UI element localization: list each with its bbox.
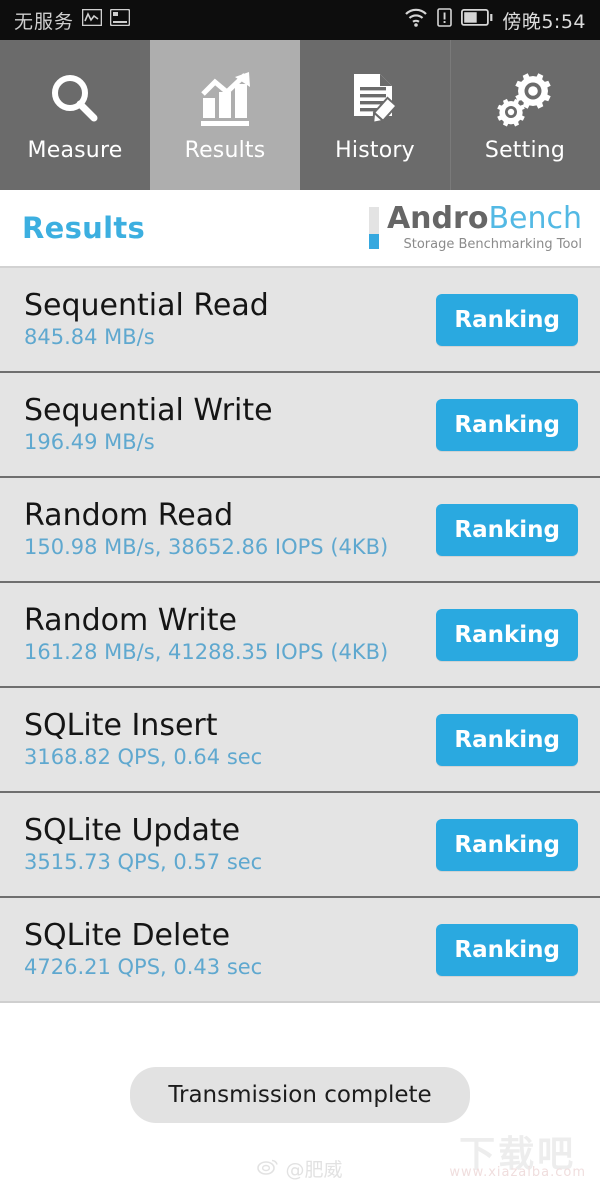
table-row[interactable]: SQLite Update 3515.73 QPS, 0.57 sec Rank…: [0, 793, 600, 898]
tab-results[interactable]: Results: [150, 40, 300, 190]
ranking-button[interactable]: Ranking: [436, 398, 578, 451]
brand-logo: AndroBench Storage Benchmarking Tool: [368, 204, 582, 253]
site-watermark: 下载吧 www.xiazaiba.com: [449, 1137, 586, 1181]
row-text: Random Write 161.28 MB/s, 41288.35 IOPS …: [24, 605, 388, 664]
clock-label: 傍晚5:54: [502, 10, 586, 33]
alert-icon: [437, 8, 453, 32]
result-title: Sequential Read: [24, 288, 269, 324]
brand-name-first: Andro: [386, 201, 489, 236]
row-text: Sequential Read 845.84 MB/s: [24, 290, 269, 349]
result-value: 4726.21 QPS, 0.43 sec: [24, 954, 263, 979]
status-bar-left: 无服务: [14, 7, 131, 34]
result-value: 3168.82 QPS, 0.64 sec: [24, 744, 263, 769]
toast-area: Transmission complete: [0, 1045, 600, 1145]
tab-results-label: Results: [184, 137, 266, 163]
weibo-icon: [257, 1158, 279, 1180]
result-title: SQLite Update: [24, 813, 241, 849]
table-row[interactable]: Sequential Write 196.49 MB/s Ranking: [0, 373, 600, 478]
tab-measure-label: Measure: [27, 137, 123, 163]
result-title: Sequential Write: [24, 393, 273, 429]
result-value: 845.84 MB/s: [24, 324, 155, 349]
page-title: Results: [22, 211, 146, 245]
row-text: SQLite Delete 4726.21 QPS, 0.43 sec: [24, 920, 262, 979]
signal-chart-icon: [81, 8, 103, 31]
result-value: 196.49 MB/s: [24, 429, 155, 454]
tab-setting-label: Setting: [484, 137, 566, 163]
ranking-button[interactable]: Ranking: [436, 293, 578, 346]
screenshot-icon: [109, 8, 131, 31]
ranking-button[interactable]: Ranking: [436, 503, 578, 556]
result-value: 3515.73 QPS, 0.57 sec: [24, 849, 263, 874]
wifi-icon: [404, 8, 428, 32]
battery-icon: [461, 8, 493, 31]
brand-tagline: Storage Benchmarking Tool: [403, 237, 582, 252]
magnifier-icon: [46, 68, 104, 130]
brand-name-second: Bench: [488, 201, 582, 236]
table-row[interactable]: Random Write 161.28 MB/s, 41288.35 IOPS …: [0, 583, 600, 688]
table-row[interactable]: Sequential Read 845.84 MB/s Ranking: [0, 268, 600, 373]
row-text: Random Read 150.98 MB/s, 38652.86 IOPS (…: [24, 500, 388, 559]
tab-history-label: History: [335, 137, 415, 163]
ranking-button[interactable]: Ranking: [436, 818, 578, 871]
table-row[interactable]: SQLite Delete 4726.21 QPS, 0.43 sec Rank…: [0, 898, 600, 1003]
storage-bar-icon: [368, 207, 379, 249]
results-list: Sequential Read 845.84 MB/s Ranking Sequ…: [0, 268, 600, 1003]
row-text: Sequential Write 196.49 MB/s: [24, 395, 273, 454]
ranking-button[interactable]: Ranking: [436, 608, 578, 661]
brand-name: AndroBench: [387, 204, 582, 234]
result-title: Random Write: [24, 603, 237, 639]
gears-icon: [495, 68, 555, 130]
page-header: Results AndroBench Storage Benchmarking …: [0, 190, 600, 268]
site-url: www.xiazaiba.com: [449, 1165, 586, 1180]
result-title: SQLite Delete: [24, 918, 231, 954]
carrier-label: 无服务: [14, 10, 75, 33]
tab-history[interactable]: History: [300, 40, 450, 190]
table-row[interactable]: Random Read 150.98 MB/s, 38652.86 IOPS (…: [0, 478, 600, 583]
bar-chart-arrow-icon: [195, 68, 255, 130]
weibo-handle: @肥威: [285, 1159, 343, 1181]
status-bar: 无服务 傍晚5:54: [0, 0, 600, 40]
toast-message: Transmission complete: [130, 1067, 470, 1123]
result-title: SQLite Insert: [24, 708, 218, 744]
result-value: 150.98 MB/s, 38652.86 IOPS (4KB): [24, 534, 389, 559]
brand-text: AndroBench Storage Benchmarking Tool: [387, 204, 582, 253]
document-pencil-icon: [346, 68, 404, 130]
status-bar-right: 傍晚5:54: [404, 7, 586, 34]
row-text: SQLite Update 3515.73 QPS, 0.57 sec: [24, 815, 262, 874]
result-value: 161.28 MB/s, 41288.35 IOPS (4KB): [24, 639, 389, 664]
ranking-button[interactable]: Ranking: [436, 713, 578, 766]
ranking-button[interactable]: Ranking: [436, 923, 578, 976]
result-title: Random Read: [24, 498, 234, 534]
row-text: SQLite Insert 3168.82 QPS, 0.64 sec: [24, 710, 262, 769]
tab-measure[interactable]: Measure: [0, 40, 150, 190]
tab-bar: Measure Results History Setting: [0, 40, 600, 190]
tab-setting[interactable]: Setting: [450, 40, 600, 190]
table-row[interactable]: SQLite Insert 3168.82 QPS, 0.64 sec Rank…: [0, 688, 600, 793]
